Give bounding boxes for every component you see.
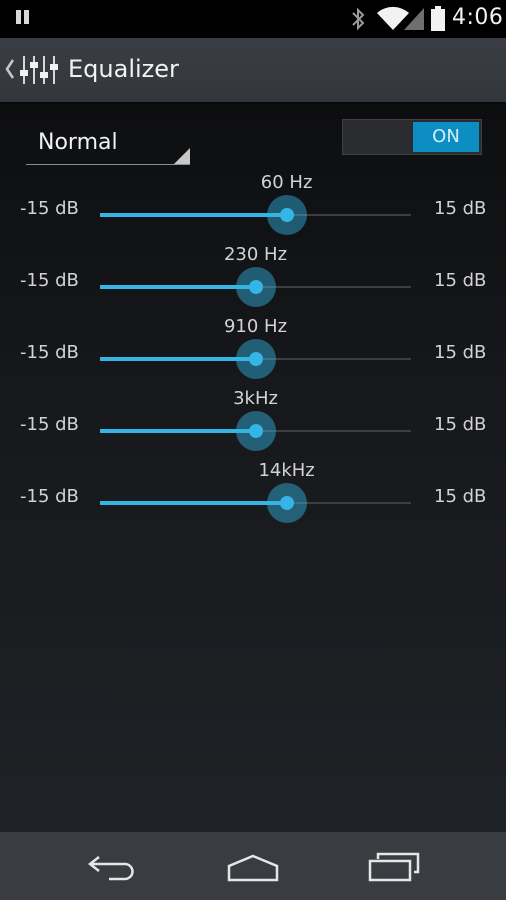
band-frequency-label: 910 Hz bbox=[223, 316, 288, 337]
action-bar: Equalizer bbox=[0, 38, 506, 102]
slider-thumb[interactable] bbox=[266, 483, 307, 523]
band-frequency-label: 60 Hz bbox=[260, 172, 313, 193]
recents-icon[interactable] bbox=[368, 852, 420, 882]
band-row: 910 Hz -15 dB 15 dB bbox=[0, 316, 506, 388]
band-max-label: 15 dB bbox=[434, 414, 487, 435]
equalizer-app-icon[interactable] bbox=[20, 54, 58, 86]
slider-thumb[interactable] bbox=[235, 411, 276, 451]
band-frequency-label: 3kHz bbox=[233, 388, 278, 409]
status-clock: 4:06 bbox=[452, 5, 504, 30]
band-slider[interactable] bbox=[100, 195, 411, 235]
band-max-label: 15 dB bbox=[434, 486, 487, 507]
equalizer-toggle[interactable]: ON bbox=[342, 119, 482, 155]
toggle-on-label: ON bbox=[413, 122, 479, 152]
band-row: 230 Hz -15 dB 15 dB bbox=[0, 244, 506, 316]
band-row: 3kHz -15 dB 15 dB bbox=[0, 388, 506, 460]
preset-dropdown[interactable]: Normal bbox=[26, 124, 190, 165]
pause-icon bbox=[16, 10, 30, 24]
band-slider[interactable] bbox=[100, 339, 411, 379]
band-frequency-label: 14kHz bbox=[258, 460, 315, 481]
preset-value: Normal bbox=[38, 130, 118, 155]
navigation-bar bbox=[0, 832, 506, 900]
band-slider[interactable] bbox=[100, 483, 411, 523]
equalizer-panel: Normal ON 60 Hz -15 dB 15 dB 230 Hz -15 … bbox=[0, 102, 506, 832]
slider-fill bbox=[100, 357, 256, 361]
band-max-label: 15 dB bbox=[434, 198, 487, 219]
band-row: 14kHz -15 dB 15 dB bbox=[0, 460, 506, 532]
band-slider[interactable] bbox=[100, 411, 411, 451]
slider-fill bbox=[100, 213, 287, 217]
page-title: Equalizer bbox=[68, 55, 179, 83]
band-max-label: 15 dB bbox=[434, 270, 487, 291]
slider-fill bbox=[100, 501, 287, 505]
band-min-label: -15 dB bbox=[20, 342, 79, 363]
band-min-label: -15 dB bbox=[20, 270, 79, 291]
band-min-label: -15 dB bbox=[20, 414, 79, 435]
slider-thumb[interactable] bbox=[235, 339, 276, 379]
slider-fill bbox=[100, 285, 256, 289]
home-icon[interactable] bbox=[226, 854, 280, 882]
slider-fill bbox=[100, 429, 256, 433]
action-bar-shadow bbox=[0, 102, 506, 105]
band-frequency-label: 230 Hz bbox=[223, 244, 288, 265]
band-slider[interactable] bbox=[100, 267, 411, 307]
slider-thumb[interactable] bbox=[235, 267, 276, 307]
signal-icon bbox=[404, 8, 424, 30]
bluetooth-icon bbox=[352, 7, 365, 31]
battery-icon bbox=[431, 6, 445, 31]
band-min-label: -15 dB bbox=[20, 486, 79, 507]
band-max-label: 15 dB bbox=[434, 342, 487, 363]
band-min-label: -15 dB bbox=[20, 198, 79, 219]
status-bar: 4:06 bbox=[0, 0, 506, 38]
dropdown-corner-icon bbox=[174, 148, 190, 164]
band-row: 60 Hz -15 dB 15 dB bbox=[0, 172, 506, 244]
back-icon[interactable] bbox=[87, 854, 137, 882]
back-caret-icon[interactable] bbox=[4, 58, 16, 80]
slider-thumb[interactable] bbox=[266, 195, 307, 235]
